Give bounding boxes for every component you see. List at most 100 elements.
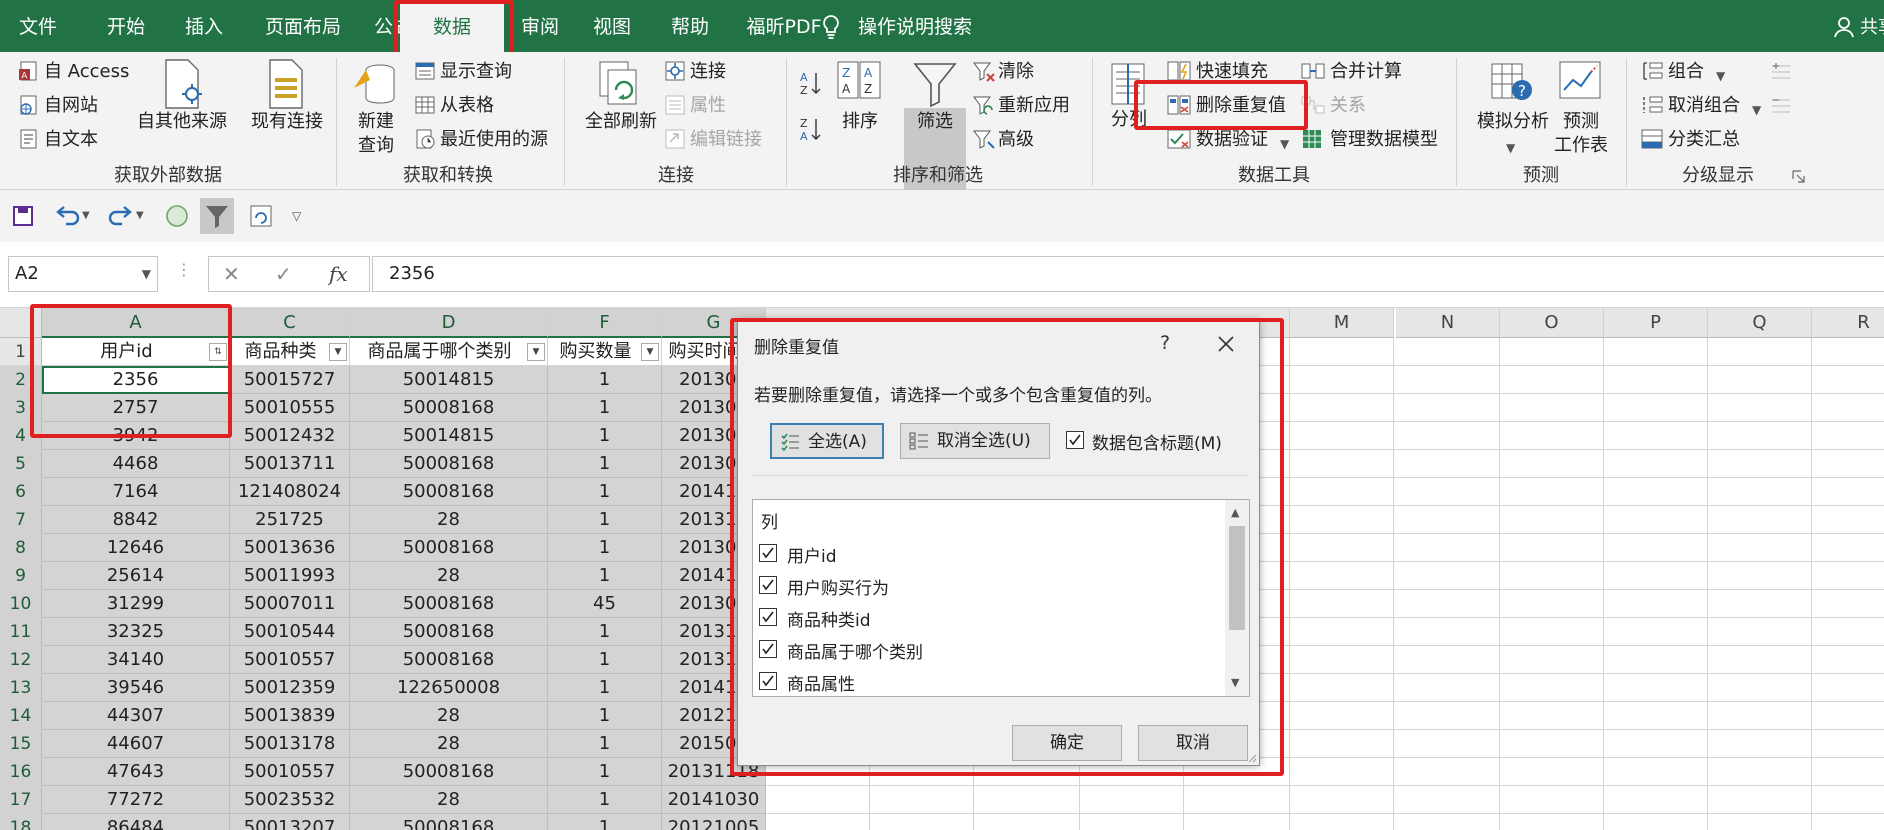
clear-button[interactable]: 清除 (998, 60, 1034, 84)
data-cell[interactable]: 50008168 (350, 590, 548, 618)
data-cell[interactable]: 50010544 (230, 618, 350, 646)
data-cell[interactable]: 1 (548, 730, 662, 758)
refresh-button[interactable] (244, 198, 278, 234)
tell-me-search[interactable]: 操作说明搜索 (823, 0, 972, 52)
column-header-d[interactable]: D (350, 308, 548, 338)
help-icon[interactable]: ? (1150, 329, 1180, 359)
sort-filter-dropdown-icon[interactable]: ⇅ (209, 343, 227, 361)
columns-list-scrollbar[interactable]: ▲ ▼ (1225, 500, 1249, 696)
data-cell[interactable]: 1 (548, 702, 662, 730)
reapply-button[interactable]: 重新应用 (998, 94, 1070, 118)
has-headers-label[interactable]: 数据包含标题(M) (1092, 429, 1222, 454)
what-if-dropdown-icon[interactable]: ▼ (1506, 136, 1515, 160)
data-cell[interactable]: 50013207 (230, 814, 350, 830)
share-button[interactable]: 共享 (1826, 0, 1884, 52)
undo-dropdown-icon[interactable]: ▼ (82, 198, 96, 234)
data-cell[interactable]: 77272 (42, 786, 230, 814)
data-cell[interactable]: 50013636 (230, 534, 350, 562)
scroll-down-icon[interactable]: ▼ (1231, 676, 1239, 689)
tab-home[interactable]: 开始 (88, 0, 164, 52)
data-cell[interactable]: 50008168 (350, 478, 548, 506)
column-option[interactable]: 商品属于哪个类别 (753, 634, 1223, 666)
data-cell[interactable]: 1 (548, 422, 662, 450)
data-cell[interactable]: 2757 (42, 394, 230, 422)
flash-fill-button[interactable]: 快速填充 (1196, 60, 1268, 84)
what-if-analysis-button[interactable]: 模拟分析 (1470, 110, 1556, 134)
filter-button[interactable]: 筛选 (904, 110, 966, 134)
data-cell[interactable]: 31299 (42, 590, 230, 618)
data-cell[interactable]: 122650008 (350, 674, 548, 702)
data-cell[interactable]: 50008168 (350, 646, 548, 674)
data-cell[interactable]: 1 (548, 534, 662, 562)
sort-button[interactable]: 排序 (830, 110, 890, 134)
data-cell[interactable]: 50010557 (230, 758, 350, 786)
data-cell[interactable]: 47643 (42, 758, 230, 786)
column-header-m[interactable]: M (1290, 308, 1394, 338)
data-cell[interactable]: 251725 (230, 506, 350, 534)
select-all-button[interactable]: 全选(A) (770, 423, 884, 459)
existing-connections-button[interactable]: 现有连接 (242, 110, 332, 134)
filter-dropdown-icon[interactable]: ▼ (527, 343, 545, 361)
data-cell[interactable]: 20121005 (662, 814, 766, 830)
data-cell[interactable]: 1 (548, 674, 662, 702)
row-header[interactable]: 17 (0, 786, 42, 814)
connections-button[interactable]: 连接 (690, 60, 726, 84)
data-cell[interactable]: 1 (548, 646, 662, 674)
select-all-corner[interactable] (0, 308, 42, 338)
manage-data-model-button[interactable]: 管理数据模型 (1330, 128, 1438, 152)
row-header[interactable]: 5 (0, 450, 42, 478)
data-cell[interactable]: 28 (350, 786, 548, 814)
name-box-dropdown-icon[interactable]: ▼ (142, 257, 151, 291)
consolidate-button[interactable]: 合并计算 (1330, 60, 1402, 84)
row-header[interactable]: 13 (0, 674, 42, 702)
data-cell[interactable]: 1 (548, 562, 662, 590)
data-cell[interactable]: 8842 (42, 506, 230, 534)
column-header-f[interactable]: F (548, 308, 662, 338)
qat-filter-button[interactable] (200, 198, 234, 234)
from-text-button[interactable]: 自文本 (44, 128, 98, 152)
data-cell[interactable]: 44307 (42, 702, 230, 730)
text-to-columns-button[interactable]: 分列 (1104, 108, 1154, 132)
data-cell[interactable]: 50008168 (350, 394, 548, 422)
data-cell[interactable]: 4468 (42, 450, 230, 478)
data-cell[interactable]: 1 (548, 758, 662, 786)
column-option[interactable]: 商品属性 (753, 666, 1223, 698)
subtotal-button[interactable]: 分类汇总 (1668, 128, 1740, 152)
data-cell[interactable]: 1 (548, 478, 662, 506)
tab-help[interactable]: 帮助 (652, 0, 728, 52)
relationships-button[interactable]: 关系 (1330, 94, 1366, 118)
save-button[interactable] (6, 198, 40, 234)
column-checkbox[interactable] (759, 672, 777, 690)
data-cell[interactable]: 50023532 (230, 786, 350, 814)
tab-foxit-pdf[interactable]: 福昕PDF (736, 0, 832, 52)
close-button[interactable] (1210, 329, 1242, 359)
new-query-label-1[interactable]: 新建 (346, 110, 406, 134)
tab-page-layout[interactable]: 页面布局 (248, 0, 358, 52)
properties-button[interactable]: 属性 (690, 94, 726, 118)
insert-function-icon[interactable]: fx (329, 257, 348, 291)
column-header-n[interactable]: N (1396, 308, 1500, 338)
column-option[interactable]: 用户购买行为 (753, 570, 1223, 602)
column-option[interactable]: 商品种类id (753, 602, 1223, 634)
has-headers-checkbox[interactable] (1066, 431, 1084, 449)
refresh-all-button[interactable]: 全部刷新 (578, 110, 664, 134)
data-cell[interactable]: 1 (548, 450, 662, 478)
data-cell[interactable]: 50008168 (350, 814, 548, 830)
row-header[interactable]: 4 (0, 422, 42, 450)
ok-button[interactable]: 确定 (1012, 725, 1122, 761)
show-queries-button[interactable]: 显示查询 (440, 60, 512, 84)
new-query-label-2[interactable]: 查询 (346, 134, 406, 158)
column-checkbox[interactable] (759, 640, 777, 658)
group-button[interactable]: 组合 (1668, 60, 1704, 84)
data-cell[interactable]: 50010557 (230, 646, 350, 674)
data-cell[interactable]: 50010555 (230, 394, 350, 422)
data-cell[interactable]: 3942 (42, 422, 230, 450)
data-cell[interactable]: 1 (548, 394, 662, 422)
column-header-c[interactable]: C (230, 308, 350, 338)
dialog-launcher-icon[interactable] (1792, 170, 1806, 184)
scroll-up-icon[interactable]: ▲ (1231, 506, 1239, 519)
scrollbar-thumb[interactable] (1229, 526, 1245, 630)
data-cell[interactable]: 50013711 (230, 450, 350, 478)
row-header[interactable]: 15 (0, 730, 42, 758)
row-header[interactable]: 8 (0, 534, 42, 562)
